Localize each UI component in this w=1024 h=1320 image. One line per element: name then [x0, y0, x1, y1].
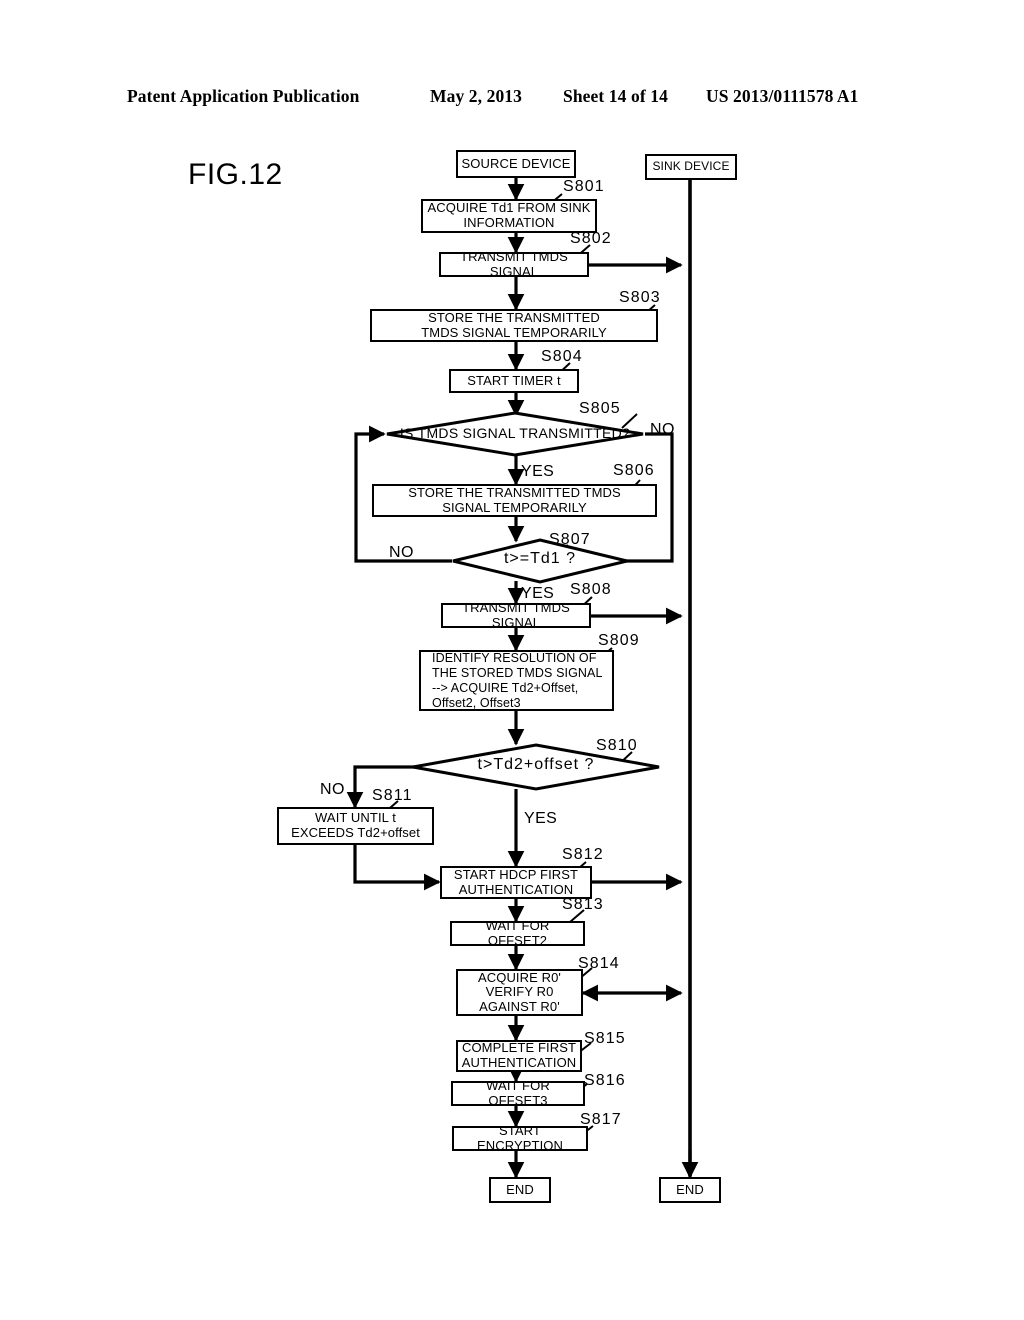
step-ref-s815: S815: [584, 1030, 626, 1047]
decision-s807-label: t>=Td1 ?: [503, 550, 577, 567]
step-ref-s812: S812: [562, 846, 604, 863]
step-ref-s810: S810: [596, 737, 638, 754]
step-ref-s808: S808: [570, 581, 612, 598]
lane-sink-device: SINK DEVICE: [645, 154, 737, 180]
process-s817-label: START ENCRYPTION: [477, 1122, 563, 1153]
step-ref-s801: S801: [563, 178, 605, 195]
process-s815-complete-auth: COMPLETE FIRST AUTHENTICATION: [456, 1040, 582, 1072]
lane-sink-device-label: SINK DEVICE: [652, 159, 730, 174]
process-s801-label: ACQUIRE Td1 FROM SINK INFORMATION: [427, 200, 591, 230]
step-ref-s813: S813: [562, 896, 604, 913]
process-s816-label: WAIT FOR OFFSET3: [486, 1077, 550, 1108]
terminator-end-sink: END: [659, 1177, 721, 1203]
process-s814-label: ACQUIRE R0' VERIFY R0 AGAINST R0': [477, 969, 562, 1014]
process-s803-label: STORE THE TRANSMITTED TMDS SIGNAL TEMPOR…: [421, 309, 607, 340]
process-s804-label: START TIMER t: [467, 372, 561, 388]
process-s808-label: TRANSMIT TMDS SIGNAL: [462, 599, 570, 630]
step-ref-s804: S804: [541, 348, 583, 365]
step-ref-s811: S811: [372, 787, 413, 804]
step-ref-s817: S817: [580, 1111, 622, 1128]
branch-label-s805-no: NO: [650, 421, 675, 438]
terminator-end-source-label: END: [506, 1181, 534, 1197]
branch-label-s810-no: NO: [320, 781, 345, 798]
process-s812-label: START HDCP FIRST AUTHENTICATION: [453, 866, 579, 897]
branch-label-s810-yes: YES: [524, 810, 558, 827]
terminator-end-sink-label: END: [676, 1181, 704, 1197]
branch-label-s807-yes: YES: [521, 585, 555, 602]
process-s806-store-tmds: STORE THE TRANSMITTED TMDS SIGNAL TEMPOR…: [372, 484, 657, 517]
process-s817-start-encryption: START ENCRYPTION: [452, 1122, 588, 1153]
step-ref-s806: S806: [613, 462, 655, 479]
process-s814-acquire-verify-r0: ACQUIRE R0' VERIFY R0 AGAINST R0': [456, 969, 583, 1016]
step-ref-s809: S809: [598, 632, 640, 649]
process-s809-label: IDENTIFY RESOLUTION OF THE STORED TMDS S…: [432, 650, 603, 710]
process-s806-label: STORE THE TRANSMITTED TMDS SIGNAL TEMPOR…: [408, 484, 621, 515]
process-s811-label: WAIT UNTIL t EXCEEDS Td2+offset: [291, 810, 420, 840]
process-s801-acquire-td1: ACQUIRE Td1 FROM SINK INFORMATION: [421, 199, 597, 233]
decision-s810-label: t>Td2+offset ?: [477, 756, 595, 773]
step-ref-s802: S802: [570, 230, 612, 247]
process-s813-wait-offset2: WAIT FOR OFFSET2: [450, 917, 585, 948]
step-ref-s805: S805: [579, 400, 621, 417]
branch-label-s807-no: NO: [389, 544, 414, 561]
step-ref-s803: S803: [619, 289, 661, 306]
process-s811-wait-until-t: WAIT UNTIL t EXCEEDS Td2+offset: [277, 807, 434, 845]
terminator-end-source: END: [489, 1177, 551, 1203]
step-ref-s807: S807: [549, 531, 591, 548]
process-s813-label: WAIT FOR OFFSET2: [485, 917, 550, 948]
decision-s805-label: IS TMDS SIGNAL TRANSMITTED?: [399, 425, 631, 441]
process-s808-transmit-tmds: TRANSMIT TMDS SIGNAL: [441, 599, 591, 630]
process-s804-start-timer: START TIMER t: [449, 369, 579, 393]
process-s802-label: TRANSMIT TMDS SIGNAL: [460, 248, 568, 279]
step-ref-s816: S816: [584, 1072, 626, 1089]
process-s815-label: COMPLETE FIRST AUTHENTICATION: [461, 1040, 577, 1070]
process-s802-transmit-tmds: TRANSMIT TMDS SIGNAL: [439, 248, 589, 279]
lane-source-device-label: SOURCE DEVICE: [461, 155, 571, 171]
process-s809-identify-resolution: IDENTIFY RESOLUTION OF THE STORED TMDS S…: [419, 650, 614, 711]
process-s816-wait-offset3: WAIT FOR OFFSET3: [451, 1077, 585, 1108]
step-ref-s814: S814: [578, 955, 620, 972]
branch-label-s805-yes: YES: [521, 463, 555, 480]
process-s812-start-hdcp-auth: START HDCP FIRST AUTHENTICATION: [440, 866, 592, 899]
process-s803-store-tmds: STORE THE TRANSMITTED TMDS SIGNAL TEMPOR…: [370, 309, 658, 342]
lane-source-device: SOURCE DEVICE: [456, 150, 576, 178]
